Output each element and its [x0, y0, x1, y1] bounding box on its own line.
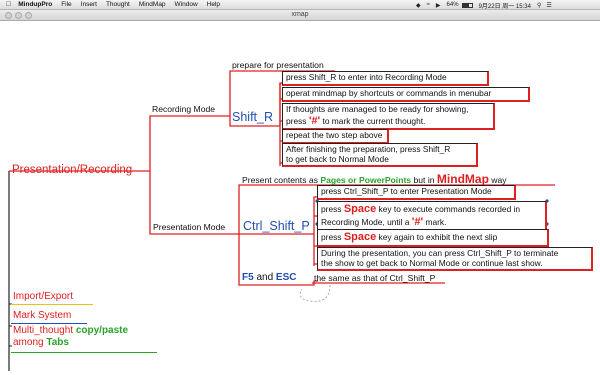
rec-mark-post: to mark the current thought. — [320, 115, 426, 126]
multi-copy: copy/paste — [75, 325, 129, 336]
rec-enter-text: press Shift_R to enter into Recording Mo… — [286, 72, 447, 82]
dropbox-icon[interactable]: ◆ — [416, 2, 421, 9]
prepare-label[interactable]: prepare for presentation — [232, 60, 324, 70]
menu-file[interactable]: File — [61, 1, 71, 8]
menu-app[interactable]: MindupPro — [18, 1, 52, 8]
contents-mindmap: MindMap — [436, 172, 489, 186]
mindmap-canvas[interactable]: Presentation/Recording Recording Mode pr… — [0, 21, 600, 375]
menu-help[interactable]: Help — [207, 1, 220, 8]
rec-mark-line1: If thoughts are managed to be ready for … — [286, 104, 469, 114]
rec-back-item[interactable]: After finishing the preparation, press S… — [282, 143, 478, 168]
menu-window[interactable]: Window — [175, 1, 198, 8]
rec-operate-text: operat mindmap by shortcuts or commands … — [286, 88, 492, 98]
multi-thought-underline — [11, 352, 157, 353]
recording-mode-label[interactable]: Recording Mode — [152, 104, 215, 114]
pres-enter-text: press Ctrl_Shift_P to enter Presentation… — [321, 186, 492, 196]
battery-icon[interactable] — [461, 2, 473, 8]
during-line2: the show to get back to Normal Mode or c… — [321, 257, 543, 268]
pres-space1-item[interactable]: press Space key to execute commands reco… — [317, 201, 547, 232]
contents-mid: but in — [411, 175, 437, 185]
rec-repeat-text: repeat the two step above — [286, 130, 383, 140]
menu-mindmap[interactable]: MindMap — [139, 1, 166, 8]
presentation-mode-label[interactable]: Presentation Mode — [153, 222, 225, 232]
import-export-node[interactable]: Import/Export — [13, 291, 73, 302]
window-titlebar: xmap — [0, 10, 600, 21]
mark-system-node[interactable]: Mark System — [13, 310, 71, 321]
menu-insert[interactable]: Insert — [81, 1, 97, 8]
f5-esc-label[interactable]: F5 and ESC — [242, 272, 297, 284]
during-line1: During the presentation, you can press C… — [321, 248, 559, 258]
space1-pre: press — [321, 204, 344, 214]
f5-key: F5 — [242, 272, 254, 283]
pres-during-item[interactable]: During the presentation, you can press C… — [317, 247, 593, 272]
same-as-label[interactable]: the same as that of Ctrl_Shift_P — [314, 273, 435, 283]
volume-icon[interactable]: ▶ — [436, 2, 441, 9]
rec-operate-item[interactable]: operat mindmap by shortcuts or commands … — [282, 87, 530, 102]
multi-among: among — [13, 337, 47, 348]
datetime[interactable]: 9月22日 周一 15:34 — [479, 1, 531, 10]
space2-post: key again to exhibit the next slip — [376, 232, 498, 242]
space2-pre: press — [321, 232, 344, 242]
mark-system-underline — [11, 323, 87, 324]
import-export-underline — [11, 304, 93, 305]
central-topic[interactable]: Presentation/Recording — [12, 164, 132, 176]
space1-post: key to execute commands recorded in — [376, 204, 521, 214]
space2-key: Space — [343, 231, 377, 243]
pres-space2-item[interactable]: press Space key again to exhibit the nex… — [317, 229, 549, 247]
menubar:  MindupPro File Insert Thought MindMap … — [0, 0, 600, 10]
multi-pre: Multi_thought — [13, 325, 76, 336]
apple-icon[interactable]:  — [6, 1, 11, 8]
battery-level[interactable]: 64% — [447, 2, 459, 8]
present-contents-label[interactable]: Present contents as Pages or PowerPoints… — [242, 173, 507, 186]
shift-r-label[interactable]: Shift_R — [232, 110, 273, 124]
space1-line2-pre: Recording Mode, until a — [321, 216, 412, 227]
space1-line2-post: mark. — [423, 216, 447, 227]
pres-enter-item[interactable]: press Ctrl_Shift_P to enter Presentation… — [317, 185, 516, 200]
hash-mark-symbol: '#' — [308, 114, 321, 127]
space1-hash-symbol: '#' — [411, 215, 424, 228]
wifi-icon[interactable]: ≈ — [427, 2, 430, 8]
space1-key: Space — [343, 203, 377, 215]
multi-tabs: Tabs — [46, 337, 69, 348]
menu-thought[interactable]: Thought — [106, 1, 130, 8]
list-icon[interactable]: ☰ — [546, 2, 551, 9]
rec-enter-item[interactable]: press Shift_R to enter into Recording Mo… — [282, 71, 489, 86]
rec-back-line1: After finishing the preparation, press S… — [286, 144, 451, 154]
search-icon[interactable]: ⚲ — [537, 2, 541, 9]
window-title: xmap — [291, 11, 309, 18]
rec-repeat-item[interactable]: repeat the two step above — [282, 129, 389, 144]
contents-pages: Pages or PowerPoints — [320, 175, 412, 185]
ctrl-shift-p-label[interactable]: Ctrl_Shift_P — [243, 219, 310, 233]
rec-mark-item[interactable]: If thoughts are managed to be ready for … — [282, 103, 495, 131]
contents-pre: Present contents as — [242, 175, 321, 185]
contents-post: way — [488, 175, 507, 185]
rec-mark-pre: press — [286, 115, 309, 126]
status-area: ◆ ≈ ▶ 64% 9月22日 周一 15:34 ⚲ ☰ — [416, 0, 552, 10]
multi-thought-node[interactable]: Multi_thought copy/paste among Tabs — [13, 325, 163, 349]
rec-back-line2: to get back to Normal Mode — [286, 153, 389, 164]
f5-and: and — [253, 272, 276, 283]
esc-key: ESC — [275, 272, 297, 283]
